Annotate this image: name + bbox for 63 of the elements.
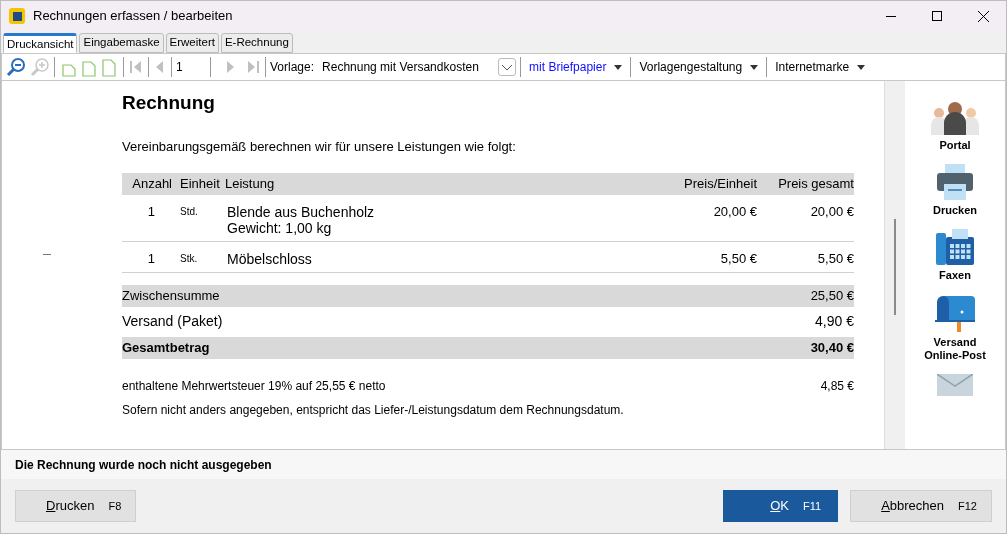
mailbox-icon: [935, 294, 975, 332]
template-label: Vorlage:: [270, 59, 315, 76]
vat-value: 4,85 €: [820, 377, 854, 395]
dialog-button[interactable]: OK F11: [723, 490, 839, 522]
note-text: Sofern nicht anders angegeben, entspricht das Liefer-/Leistungsdatum dem Rechnungsdatum.: [122, 401, 625, 419]
summary-label: Versand (Paket): [122, 312, 223, 331]
intro-text: Vereinbarungsgemäß berechnen wir für unsere Leistungen wie folgt:: [122, 138, 517, 156]
table-cell-text: 5,50 €: [719, 250, 757, 267]
column-header: Preis gesamt: [777, 174, 854, 193]
table-cell-text: 1: [146, 203, 155, 221]
last-page-icon[interactable]: [245, 59, 261, 75]
menu-button[interactable]: mit Briefpapier: [525, 58, 627, 76]
table-cell-text: 20,00 €: [809, 203, 854, 221]
close-icon: [977, 10, 989, 22]
tab[interactable]: Druckansicht: [3, 33, 78, 53]
summary-value: 4,90 €: [815, 312, 854, 331]
table-cell-text: 20,00 €: [712, 203, 757, 221]
dialog-button[interactable]: Drucken F8: [15, 490, 137, 522]
vat-text: enthaltene Mehrwertsteuer 19% auf 25,55 € netto: [122, 377, 386, 395]
table-cell-text: 1: [146, 250, 155, 267]
menu-button[interactable]: Internetmarke: [771, 58, 870, 76]
tab[interactable]: Eingabemaske: [79, 33, 164, 53]
table-cell-text: 5,50 €: [816, 250, 854, 267]
envelope-icon: [937, 374, 973, 396]
tab[interactable]: E-Rechnung: [220, 33, 293, 53]
zoom-out-icon[interactable]: [6, 57, 26, 77]
table-cell-text: Blende aus Buchenholz: [227, 203, 376, 220]
document-title: Rechnung: [122, 91, 216, 115]
page-number-field[interactable]: 1: [176, 58, 206, 76]
side-action-label[interactable]: Portal: [915, 139, 995, 152]
column-header: Leistung: [225, 174, 276, 193]
caret-icon: [750, 64, 759, 70]
summary-label: Gesamtbetrag: [122, 338, 210, 357]
side-action-label[interactable]: Drucken: [915, 204, 995, 217]
page-icon[interactable]: [102, 57, 116, 77]
table-cell-text: Std.: [180, 204, 199, 219]
people-icon: [929, 101, 981, 135]
side-action-label[interactable]: Faxen: [915, 269, 995, 282]
table-cell-text: Möbelschloss: [227, 250, 313, 267]
column-header: Preis/Einheit: [683, 174, 757, 193]
caret-icon: [857, 64, 866, 70]
fax-icon: [936, 229, 974, 265]
summary-label: Zwischensumme: [122, 286, 220, 305]
caret-icon: [614, 64, 623, 70]
tab[interactable]: Erweitert: [165, 33, 219, 53]
summary-value: 25,50 €: [810, 286, 854, 305]
chevron-down-icon: [501, 63, 514, 71]
side-action-label[interactable]: Versand Online-Post: [915, 336, 995, 362]
app-logo-icon: [9, 8, 25, 24]
printer-icon: [935, 164, 975, 200]
column-header: Einheit: [180, 174, 221, 193]
table-cell-text: Gewicht: 1,00 kg: [227, 219, 333, 236]
template-dropdown-button[interactable]: [498, 58, 517, 76]
summary-value: 30,40 €: [810, 338, 854, 357]
scrollbar-thumb[interactable]: [894, 219, 896, 315]
template-value: Rechnung mit Versandkosten: [322, 59, 480, 76]
window-title: Rechnungen erfassen / bearbeiten: [33, 7, 233, 26]
dialog-button[interactable]: Abbrechen F12: [850, 490, 992, 522]
column-header: Anzahl: [131, 174, 172, 193]
status-message: Die Rechnung wurde noch nicht ausgegeben: [15, 456, 272, 474]
first-page-icon[interactable]: [128, 59, 144, 75]
table-cell-text: Stk.: [180, 251, 199, 266]
menu-button[interactable]: Vorlagengestaltung: [635, 58, 763, 76]
